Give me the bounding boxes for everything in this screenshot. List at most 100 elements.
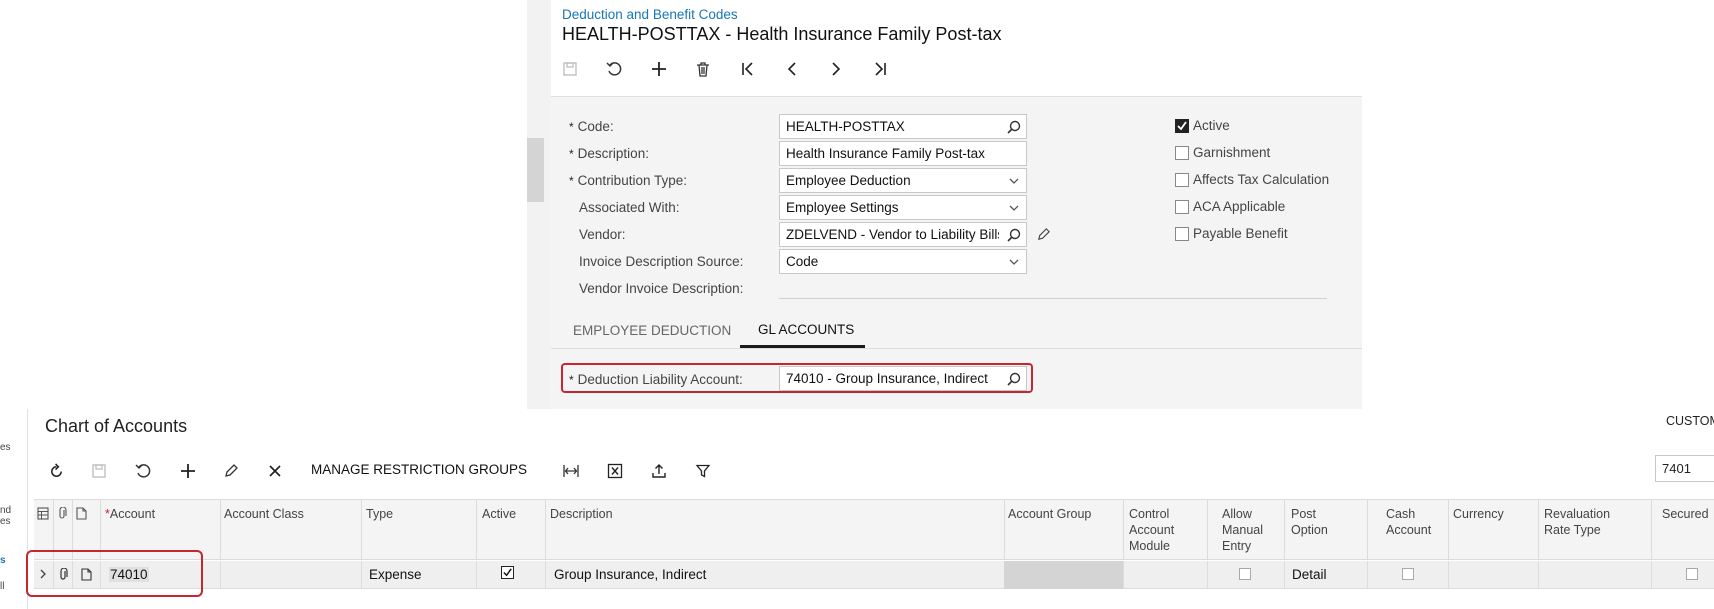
chevron-down-icon bbox=[1009, 259, 1019, 265]
allow-manual-entry-checkbox[interactable] bbox=[1239, 568, 1251, 580]
breadcrumb[interactable]: Deduction and Benefit Codes bbox=[562, 7, 738, 22]
last-icon bbox=[875, 62, 886, 76]
column-header-secured[interactable]: Secured bbox=[1662, 506, 1709, 522]
deduction-liability-account-label: * Deduction Liability Account: bbox=[569, 372, 743, 387]
column-header-allow-manual-entry[interactable]: Allow Manual Entry bbox=[1222, 506, 1278, 554]
garnishment-label: Garnishment bbox=[1193, 145, 1271, 160]
column-divider bbox=[361, 500, 362, 560]
chevron-down-icon bbox=[1009, 205, 1019, 211]
tab-divider bbox=[551, 348, 1362, 349]
column-header-currency[interactable]: Currency bbox=[1453, 506, 1504, 522]
add-icon bbox=[181, 464, 195, 478]
save-button[interactable] bbox=[86, 458, 112, 484]
fit-width-icon bbox=[563, 465, 579, 477]
aca-applicable-checkbox[interactable] bbox=[1175, 200, 1189, 214]
column-divider bbox=[545, 561, 546, 589]
undo-icon bbox=[606, 62, 622, 76]
search-icon[interactable] bbox=[1006, 227, 1022, 243]
page-title: HEALTH-POSTTAX - Health Insurance Family… bbox=[562, 24, 1002, 44]
column-divider bbox=[1123, 500, 1124, 560]
tab-gl-accounts[interactable]: GL ACCOUNTS bbox=[758, 322, 854, 337]
account-row-highlight bbox=[26, 550, 203, 597]
undo-button[interactable] bbox=[601, 56, 627, 82]
invoice-description-source-select[interactable]: Code bbox=[779, 249, 1027, 274]
column-divider bbox=[220, 500, 221, 560]
column-header-active[interactable]: Active bbox=[482, 506, 516, 522]
table-row[interactable] bbox=[34, 561, 1714, 589]
active-label: Active bbox=[1193, 118, 1230, 133]
active-checkbox[interactable] bbox=[1175, 119, 1189, 133]
checkmark-icon bbox=[503, 568, 512, 577]
edit-icon[interactable] bbox=[1036, 227, 1051, 242]
refresh-button[interactable] bbox=[43, 458, 69, 484]
column-header-post-option[interactable]: Post Option bbox=[1291, 506, 1341, 538]
customization-menu[interactable]: CUSTOM bbox=[1666, 414, 1714, 428]
save-button[interactable] bbox=[557, 56, 583, 82]
manage-restriction-groups-button[interactable]: MANAGE RESTRICTION GROUPS bbox=[311, 462, 527, 477]
upload-button[interactable] bbox=[646, 458, 672, 484]
active-checkbox[interactable] bbox=[501, 566, 514, 579]
undo-button[interactable] bbox=[130, 458, 156, 484]
secured-checkbox[interactable] bbox=[1686, 568, 1698, 580]
affects-tax-calculation-checkbox[interactable] bbox=[1175, 173, 1189, 187]
column-header-type[interactable]: Type bbox=[366, 506, 393, 522]
filter-button[interactable] bbox=[690, 458, 716, 484]
nav-fragment[interactable]: ll bbox=[0, 581, 4, 592]
previous-record-button[interactable] bbox=[779, 56, 805, 82]
column-header-description[interactable]: Description bbox=[550, 506, 613, 522]
checkmark-icon bbox=[1177, 121, 1187, 131]
add-button[interactable] bbox=[646, 56, 672, 82]
contribution-type-label: * Contribution Type: bbox=[569, 173, 687, 188]
column-divider bbox=[545, 500, 546, 560]
first-record-button[interactable] bbox=[735, 56, 761, 82]
affects-tax-calculation-label: Affects Tax Calculation bbox=[1193, 172, 1330, 187]
code-field[interactable]: HEALTH-POSTTAX bbox=[779, 114, 1027, 139]
upload-icon bbox=[652, 464, 666, 478]
column-header-account-class[interactable]: Account Class bbox=[224, 506, 304, 522]
add-icon bbox=[652, 62, 666, 76]
filter-icon bbox=[695, 464, 711, 478]
column-header-account[interactable]: *Account bbox=[105, 506, 155, 522]
column-header-control-account-module[interactable]: Control Account Module bbox=[1129, 506, 1193, 554]
scrollbar-thumb[interactable] bbox=[527, 138, 544, 202]
delete-row-button[interactable] bbox=[262, 458, 288, 484]
nav-fragment[interactable]: nd bbox=[0, 505, 11, 516]
column-header-account-group[interactable]: Account Group bbox=[1008, 506, 1091, 522]
nav-fragment[interactable]: es bbox=[0, 516, 11, 527]
edit-row-button[interactable] bbox=[218, 458, 244, 484]
account-group-cell[interactable] bbox=[1004, 561, 1123, 589]
nav-fragment[interactable]: s bbox=[0, 555, 6, 566]
export-excel-button[interactable] bbox=[602, 458, 628, 484]
column-divider bbox=[1448, 500, 1449, 560]
description-field[interactable]: Health Insurance Family Post-tax bbox=[779, 141, 1027, 166]
search-input[interactable]: 7401 bbox=[1655, 455, 1714, 482]
vendor-invoice-description-field[interactable] bbox=[779, 276, 1327, 299]
search-icon[interactable] bbox=[1006, 119, 1022, 135]
column-header-revaluation-rate-type[interactable]: Revaluation Rate Type bbox=[1544, 506, 1628, 538]
nav-fragment[interactable]: es bbox=[0, 442, 11, 453]
tab-employee-deduction[interactable]: EMPLOYEE DEDUCTION bbox=[573, 323, 731, 338]
column-divider bbox=[1284, 500, 1285, 560]
payable-benefit-checkbox[interactable] bbox=[1175, 227, 1189, 241]
previous-icon bbox=[787, 62, 796, 76]
add-row-button[interactable] bbox=[175, 458, 201, 484]
last-record-button[interactable] bbox=[867, 56, 893, 82]
type-cell[interactable]: Expense bbox=[369, 567, 422, 582]
associated-with-label: Associated With: bbox=[579, 200, 680, 215]
deduction-liability-account-field[interactable]: 74010 - Group Insurance, Indirect bbox=[779, 366, 1027, 391]
column-header-cash-account[interactable]: Cash Account bbox=[1386, 506, 1438, 538]
next-record-button[interactable] bbox=[823, 56, 849, 82]
undo-icon bbox=[135, 464, 151, 478]
column-divider bbox=[1207, 500, 1208, 560]
delete-button[interactable] bbox=[690, 56, 716, 82]
post-option-cell[interactable]: Detail bbox=[1292, 567, 1327, 582]
cash-account-checkbox[interactable] bbox=[1402, 568, 1414, 580]
description-cell[interactable]: Group Insurance, Indirect bbox=[554, 567, 706, 582]
contribution-type-select[interactable]: Employee Deduction bbox=[779, 168, 1027, 193]
search-icon[interactable] bbox=[1006, 371, 1022, 387]
fit-columns-button[interactable] bbox=[558, 458, 584, 484]
vendor-field[interactable]: ZDELVEND - Vendor to Liability Bills D bbox=[779, 222, 1027, 247]
garnishment-checkbox[interactable] bbox=[1175, 146, 1189, 160]
associated-with-select[interactable]: Employee Settings bbox=[779, 195, 1027, 220]
column-config-icon[interactable] bbox=[37, 507, 49, 520]
